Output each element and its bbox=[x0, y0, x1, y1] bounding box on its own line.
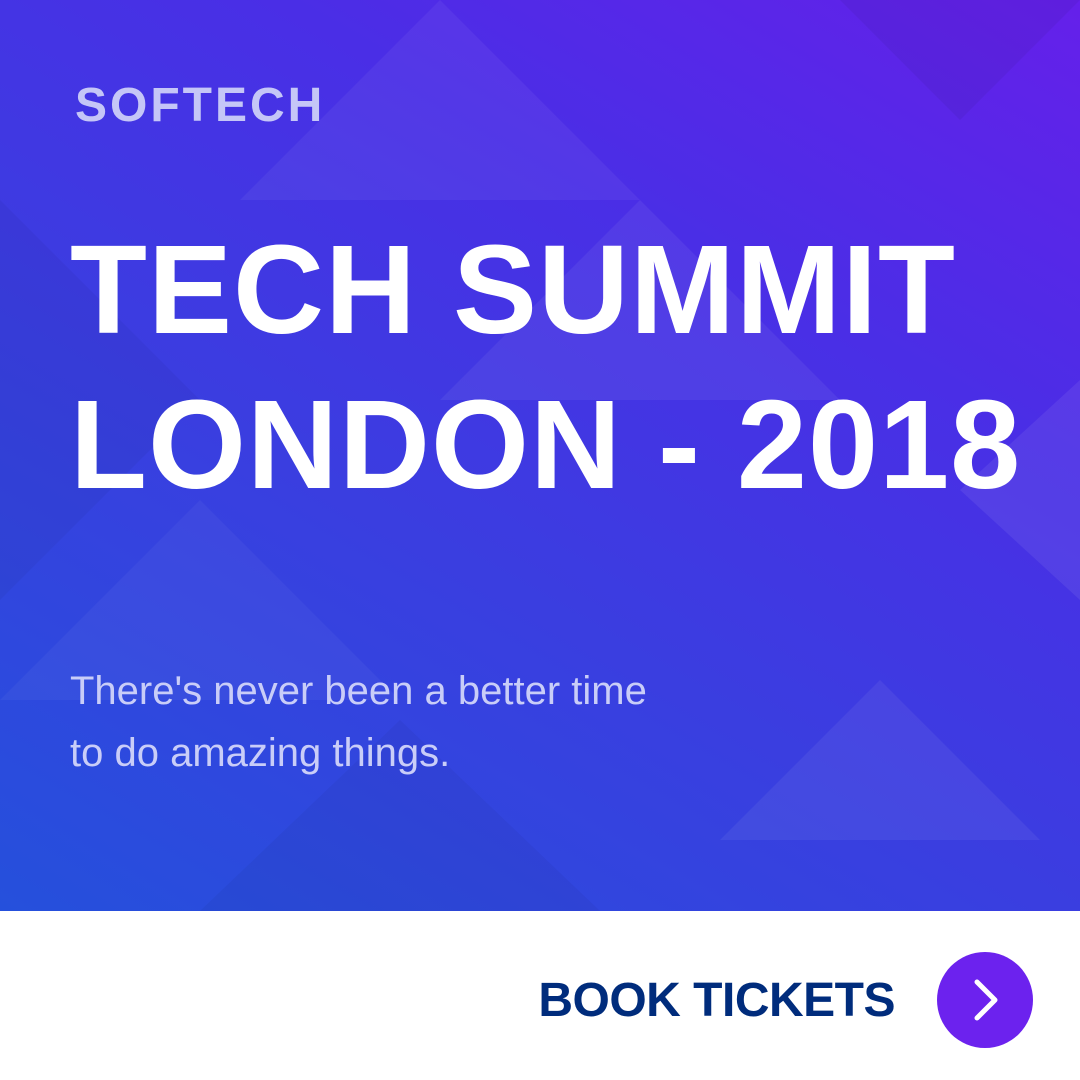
title-line-1: TECH SUMMIT bbox=[70, 219, 956, 360]
tagline-line-2: to do amazing things. bbox=[70, 731, 451, 775]
tagline-line-1: There's never been a better time bbox=[70, 669, 647, 713]
title-line-2: LONDON - 2018 bbox=[70, 374, 1022, 515]
hero-banner: SOFTECH TECH SUMMIT LONDON - 2018 There'… bbox=[0, 0, 1080, 911]
event-title: TECH SUMMIT LONDON - 2018 bbox=[70, 212, 1021, 522]
chevron-right-icon bbox=[974, 979, 998, 1021]
book-tickets-link[interactable]: BOOK TICKETS bbox=[538, 973, 895, 1028]
book-tickets-button[interactable] bbox=[937, 952, 1033, 1048]
tagline: There's never been a better time to do a… bbox=[70, 660, 647, 784]
softech-logo: SOFTECH bbox=[75, 79, 326, 132]
